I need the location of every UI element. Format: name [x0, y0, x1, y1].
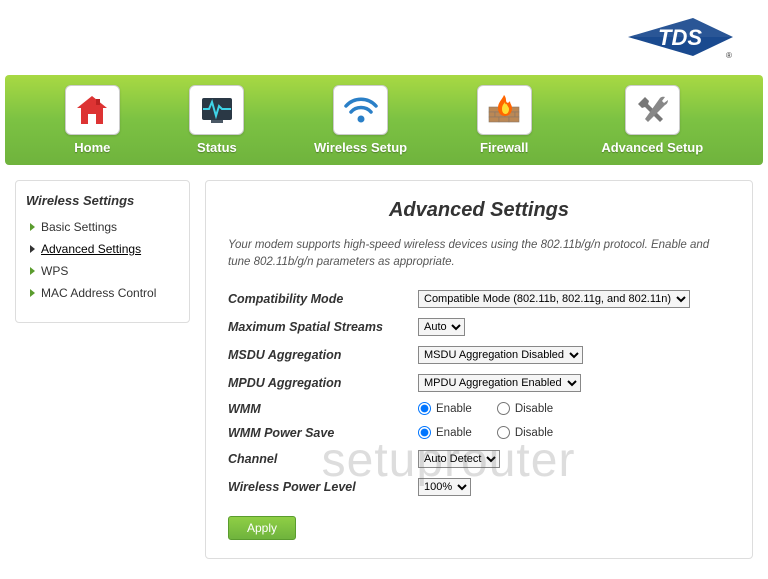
- sidebar-item-mac[interactable]: MAC Address Control: [26, 282, 179, 304]
- msdu-label: MSDU Aggregation: [228, 348, 418, 362]
- main-navbar: Home Status Wireless Setup Firewall: [5, 75, 763, 165]
- wmm-enable-radio[interactable]: [418, 402, 431, 415]
- wmm-enable-option[interactable]: Enable: [418, 402, 472, 415]
- nav-label: Home: [74, 140, 110, 155]
- chevron-right-icon: [30, 289, 35, 297]
- sidebar-item-label: Advanced Settings: [41, 242, 141, 256]
- nav-wireless-setup[interactable]: Wireless Setup: [314, 85, 407, 155]
- nav-label: Status: [197, 140, 237, 155]
- sidebar-item-label: Basic Settings: [41, 220, 117, 234]
- nav-label: Firewall: [480, 140, 528, 155]
- chevron-right-icon: [30, 267, 35, 275]
- wmm-label: WMM: [228, 402, 418, 416]
- nav-label: Wireless Setup: [314, 140, 407, 155]
- power-select[interactable]: 100%: [418, 478, 471, 496]
- sidebar-item-wps[interactable]: WPS: [26, 260, 179, 282]
- chevron-right-icon: [30, 223, 35, 231]
- tds-logo: TDS ®: [618, 10, 738, 65]
- status-icon: [189, 85, 244, 135]
- spatial-label: Maximum Spatial Streams: [228, 320, 418, 334]
- wireless-icon: [333, 85, 388, 135]
- sidebar-title: Wireless Settings: [26, 193, 179, 208]
- firewall-icon: [477, 85, 532, 135]
- nav-label: Advanced Setup: [601, 140, 703, 155]
- nav-firewall[interactable]: Firewall: [477, 85, 532, 155]
- home-icon: [65, 85, 120, 135]
- wmmps-disable-radio[interactable]: [497, 426, 510, 439]
- channel-select[interactable]: Auto Detect: [418, 450, 500, 468]
- sidebar-item-advanced[interactable]: Advanced Settings: [26, 238, 179, 260]
- logo-text: TDS: [658, 25, 702, 50]
- channel-label: Channel: [228, 452, 418, 466]
- mpdu-select[interactable]: MPDU Aggregation Enabled: [418, 374, 581, 392]
- nav-status[interactable]: Status: [189, 85, 244, 155]
- main-panel: setuprouter Advanced Settings Your modem…: [205, 180, 753, 559]
- wmmps-enable-option[interactable]: Enable: [418, 426, 472, 439]
- nav-advanced-setup[interactable]: Advanced Setup: [601, 85, 703, 155]
- msdu-select[interactable]: MSDU Aggregation Disabled: [418, 346, 583, 364]
- wmmps-label: WMM Power Save: [228, 426, 418, 440]
- header: TDS ®: [0, 0, 768, 70]
- sidebar-item-label: WPS: [41, 264, 68, 278]
- svg-text:®: ®: [726, 51, 732, 60]
- sidebar-item-basic[interactable]: Basic Settings: [26, 216, 179, 238]
- chevron-right-icon: [30, 245, 35, 253]
- page-description: Your modem supports high-speed wireless …: [228, 237, 730, 272]
- mpdu-label: MPDU Aggregation: [228, 376, 418, 390]
- wmmps-enable-radio[interactable]: [418, 426, 431, 439]
- tools-icon: [625, 85, 680, 135]
- compat-select[interactable]: Compatible Mode (802.11b, 802.11g, and 8…: [418, 290, 690, 308]
- wmm-disable-radio[interactable]: [497, 402, 510, 415]
- wmmps-disable-option[interactable]: Disable: [497, 426, 553, 439]
- nav-home[interactable]: Home: [65, 85, 120, 155]
- page-title: Advanced Settings: [228, 199, 730, 222]
- sidebar-item-label: MAC Address Control: [41, 286, 156, 300]
- wmm-disable-option[interactable]: Disable: [497, 402, 553, 415]
- spatial-select[interactable]: Auto: [418, 318, 465, 336]
- sidebar: Wireless Settings Basic Settings Advance…: [15, 180, 190, 323]
- power-label: Wireless Power Level: [228, 480, 418, 494]
- apply-button[interactable]: Apply: [228, 516, 296, 540]
- compat-label: Compatibility Mode: [228, 292, 418, 306]
